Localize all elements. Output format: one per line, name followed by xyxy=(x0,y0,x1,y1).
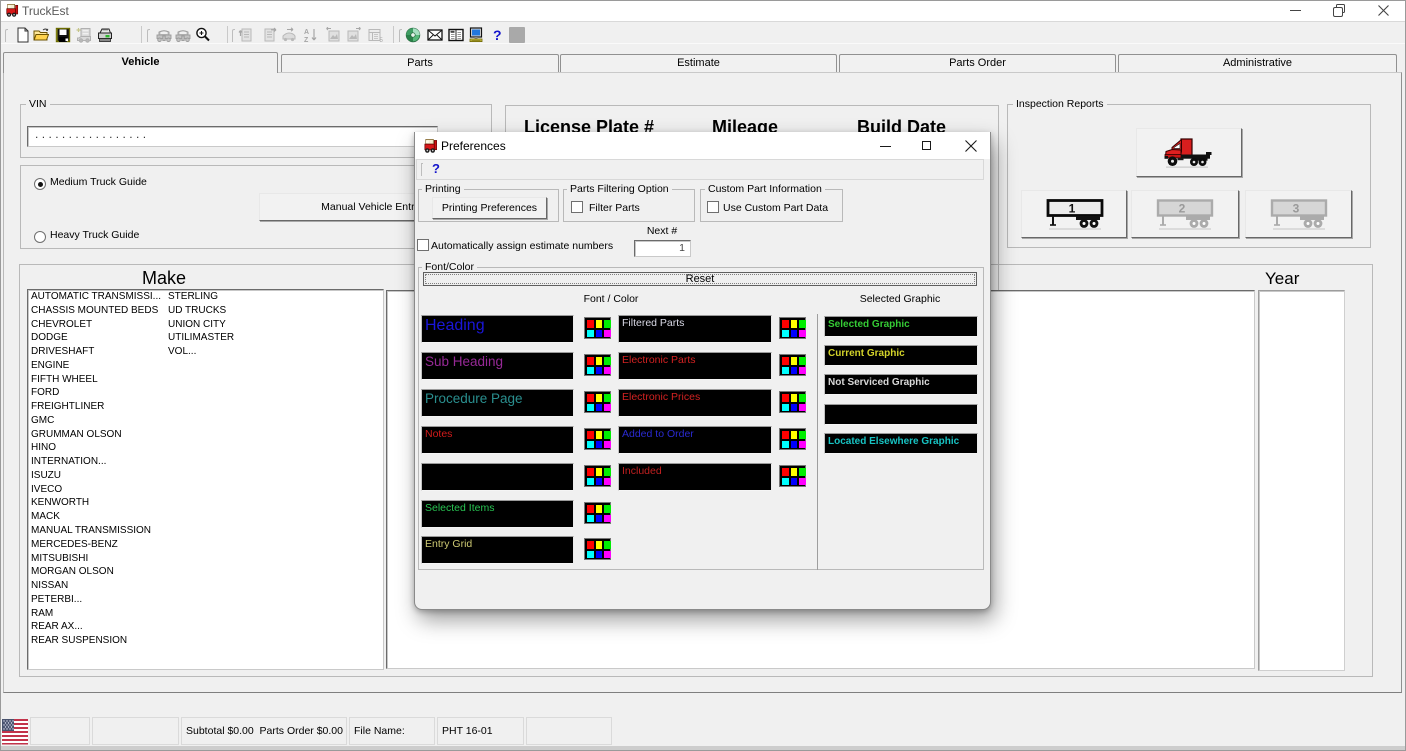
svg-text:3: 3 xyxy=(1293,202,1300,216)
svg-text:1: 1 xyxy=(1069,202,1076,216)
svg-text:Z: Z xyxy=(304,37,309,43)
svg-text:A: A xyxy=(304,29,309,36)
svg-text:5: 5 xyxy=(380,38,384,43)
svg-text:2: 2 xyxy=(1179,202,1186,216)
